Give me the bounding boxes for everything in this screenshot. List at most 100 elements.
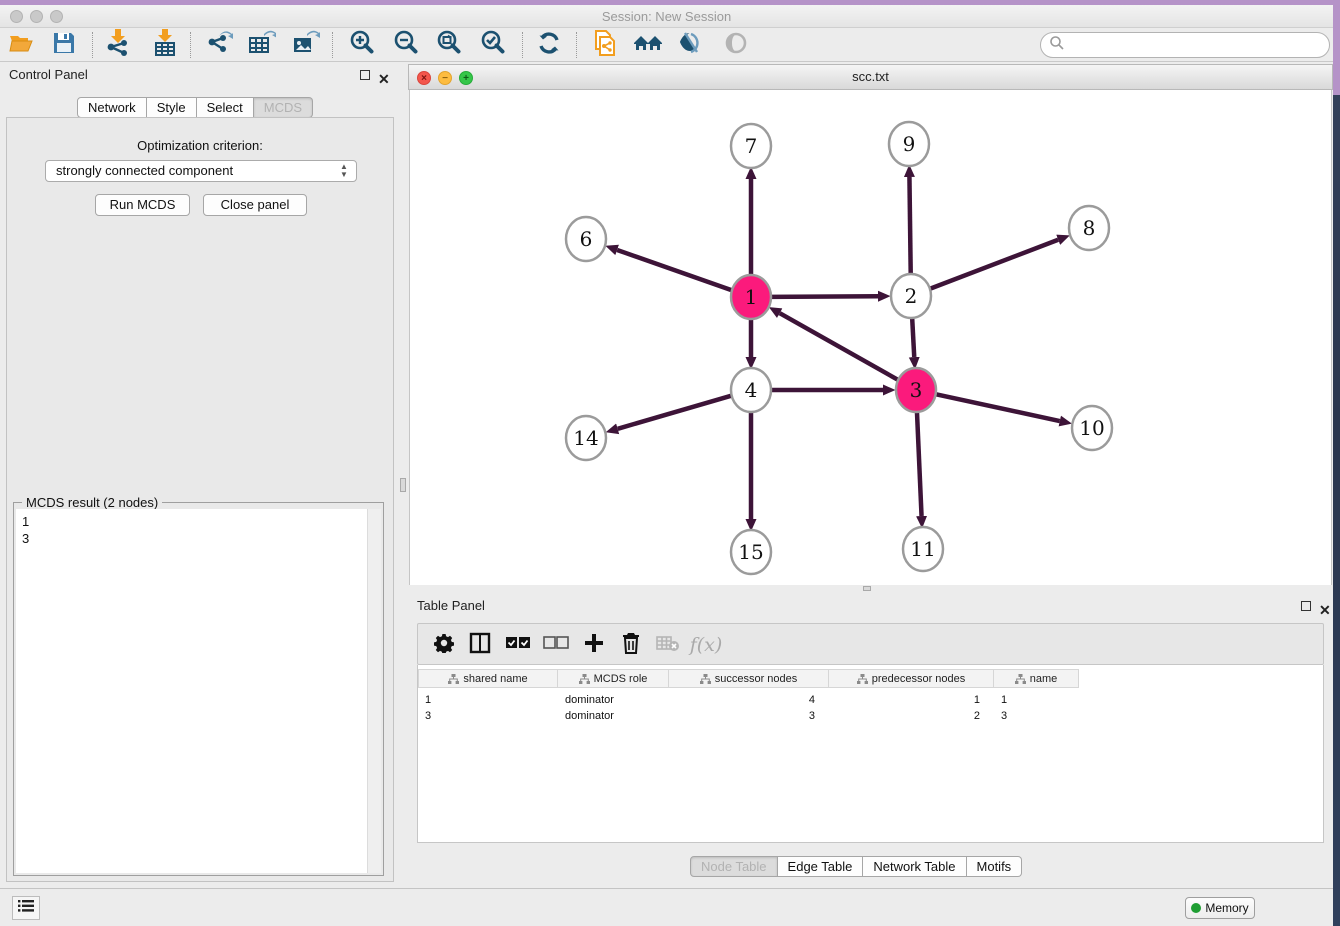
graph-node-6[interactable]: 6 [566, 217, 606, 261]
zoom-selected-button[interactable] [475, 31, 511, 59]
control-panel-header: Control Panel ✕ [0, 62, 400, 88]
zoom-fit-button[interactable] [431, 31, 467, 59]
graph-node-11[interactable]: 11 [903, 527, 943, 571]
graph-node-8[interactable]: 8 [1069, 206, 1109, 250]
table-cell[interactable]: 4 [669, 692, 829, 708]
vertical-splitter[interactable] [400, 62, 408, 888]
column-header-name[interactable]: name [994, 669, 1079, 688]
zoom-in-button[interactable] [344, 31, 380, 59]
graphics-details-button[interactable] [673, 31, 709, 59]
close-panel-button[interactable]: Close panel [203, 194, 307, 216]
table-row[interactable]: 1dominator411 [418, 692, 1323, 708]
close-table-panel-icon[interactable]: ✕ [1319, 597, 1331, 623]
network-canvas[interactable]: 7 9 6 8 1 2 4 3 14 10 15 11 [409, 90, 1332, 585]
table-cell[interactable]: 2 [829, 708, 994, 724]
graph-node-1[interactable]: 1 [731, 275, 771, 319]
table-tabs-strip: Node TableEdge TableNetwork TableMotifs [408, 856, 1333, 880]
close-view-button[interactable]: × [417, 71, 431, 85]
duplicate-network-button[interactable] [587, 31, 623, 59]
control-panel-tabs: NetworkStyleSelectMCDS [77, 97, 313, 118]
search-input[interactable] [1065, 38, 1329, 53]
tab-edge-table[interactable]: Edge Table [778, 856, 864, 877]
edge-3-10[interactable] [936, 394, 1060, 421]
table-cell[interactable]: dominator [558, 692, 669, 708]
column-header-predecessor-nodes[interactable]: predecessor nodes [829, 669, 994, 688]
tab-network-table[interactable]: Network Table [863, 856, 966, 877]
edge-2-3[interactable] [912, 316, 914, 357]
edge-4-14[interactable] [618, 396, 732, 429]
tab-style[interactable]: Style [147, 97, 197, 118]
optimization-criterion-label: Optimization criterion: [7, 138, 393, 153]
edge-2-8[interactable] [930, 240, 1058, 289]
save-session-button[interactable] [46, 31, 82, 59]
zoom-view-button[interactable]: + [459, 71, 473, 85]
edge-1-2[interactable] [771, 296, 878, 297]
minimize-view-button[interactable]: − [438, 71, 452, 85]
result-scrollbar[interactable] [367, 509, 381, 873]
open-session-button[interactable] [4, 31, 40, 59]
graph-node-7[interactable]: 7 [731, 124, 771, 168]
table-cell[interactable]: 1 [994, 692, 1079, 708]
maximize-window-button[interactable] [50, 10, 63, 23]
tab-motifs[interactable]: Motifs [967, 856, 1023, 877]
edge-2-9[interactable] [909, 177, 910, 276]
edge-1-6[interactable] [617, 250, 732, 290]
fx-icon: f(x) [690, 634, 723, 656]
float-panel-icon[interactable] [360, 70, 370, 80]
deselect-all-button[interactable] [540, 629, 572, 661]
unchecked-boxes-icon [543, 636, 569, 655]
export-image-button[interactable] [288, 31, 324, 59]
column-header-MCDS-role[interactable]: MCDS role [558, 669, 669, 688]
tab-node-table[interactable]: Node Table [690, 856, 778, 877]
network-window-titlebar[interactable]: × − + scc.txt [408, 64, 1333, 90]
table-cell[interactable]: 3 [669, 708, 829, 724]
task-history-button[interactable] [12, 896, 40, 920]
graph-node-10[interactable]: 10 [1072, 406, 1112, 450]
import-network-button[interactable] [100, 31, 136, 59]
memory-label: Memory [1205, 901, 1248, 915]
graph-node-4[interactable]: 4 [731, 368, 771, 412]
close-panel-icon[interactable]: ✕ [378, 66, 390, 92]
show-hide-details-button[interactable] [718, 31, 754, 59]
table-cell[interactable]: 3 [418, 708, 558, 724]
show-columns-button[interactable] [464, 629, 496, 661]
select-all-button[interactable] [502, 629, 534, 661]
table-panel-header: Table Panel ✕ [408, 593, 1333, 619]
export-table-button[interactable] [244, 31, 280, 59]
edge-3-1[interactable] [780, 313, 899, 380]
table-cell[interactable]: 1 [829, 692, 994, 708]
table-settings-button[interactable] [428, 629, 460, 661]
tab-mcds[interactable]: MCDS [254, 97, 313, 118]
mcds-result-text[interactable]: 13 [16, 509, 367, 873]
memory-button[interactable]: Memory [1185, 897, 1255, 919]
delete-button[interactable] [615, 629, 647, 661]
splitter-handle[interactable] [400, 478, 406, 492]
table-cell[interactable]: dominator [558, 708, 669, 724]
tab-network[interactable]: Network [77, 97, 147, 118]
graph-node-14[interactable]: 14 [566, 416, 606, 460]
run-mcds-button[interactable]: Run MCDS [95, 194, 190, 216]
home-button[interactable] [630, 31, 666, 59]
edge-3-11[interactable] [917, 410, 922, 516]
table-cell[interactable]: 3 [994, 708, 1079, 724]
graph-node-2[interactable]: 2 [891, 274, 931, 318]
graph-node-15[interactable]: 15 [731, 530, 771, 574]
minimize-window-button[interactable] [30, 10, 43, 23]
column-header-shared-name[interactable]: shared name [418, 669, 558, 688]
horizontal-splitter-handle[interactable] [863, 586, 871, 591]
graph-node-9[interactable]: 9 [889, 122, 929, 166]
column-header-successor-nodes[interactable]: successor nodes [669, 669, 829, 688]
table-row[interactable]: 3dominator323 [418, 708, 1323, 724]
tab-select[interactable]: Select [197, 97, 254, 118]
add-button[interactable] [578, 629, 610, 661]
export-network-button[interactable] [201, 31, 237, 59]
criterion-select[interactable]: strongly connected component ▲▼ [45, 160, 357, 182]
close-window-button[interactable] [10, 10, 23, 23]
graph-node-3[interactable]: 3 [896, 368, 936, 412]
float-table-panel-icon[interactable] [1301, 601, 1311, 611]
home-icon [633, 31, 663, 60]
table-cell[interactable]: 1 [418, 692, 558, 708]
import-table-button[interactable] [147, 31, 183, 59]
refresh-layout-button[interactable] [531, 31, 567, 59]
zoom-out-button[interactable] [388, 31, 424, 59]
